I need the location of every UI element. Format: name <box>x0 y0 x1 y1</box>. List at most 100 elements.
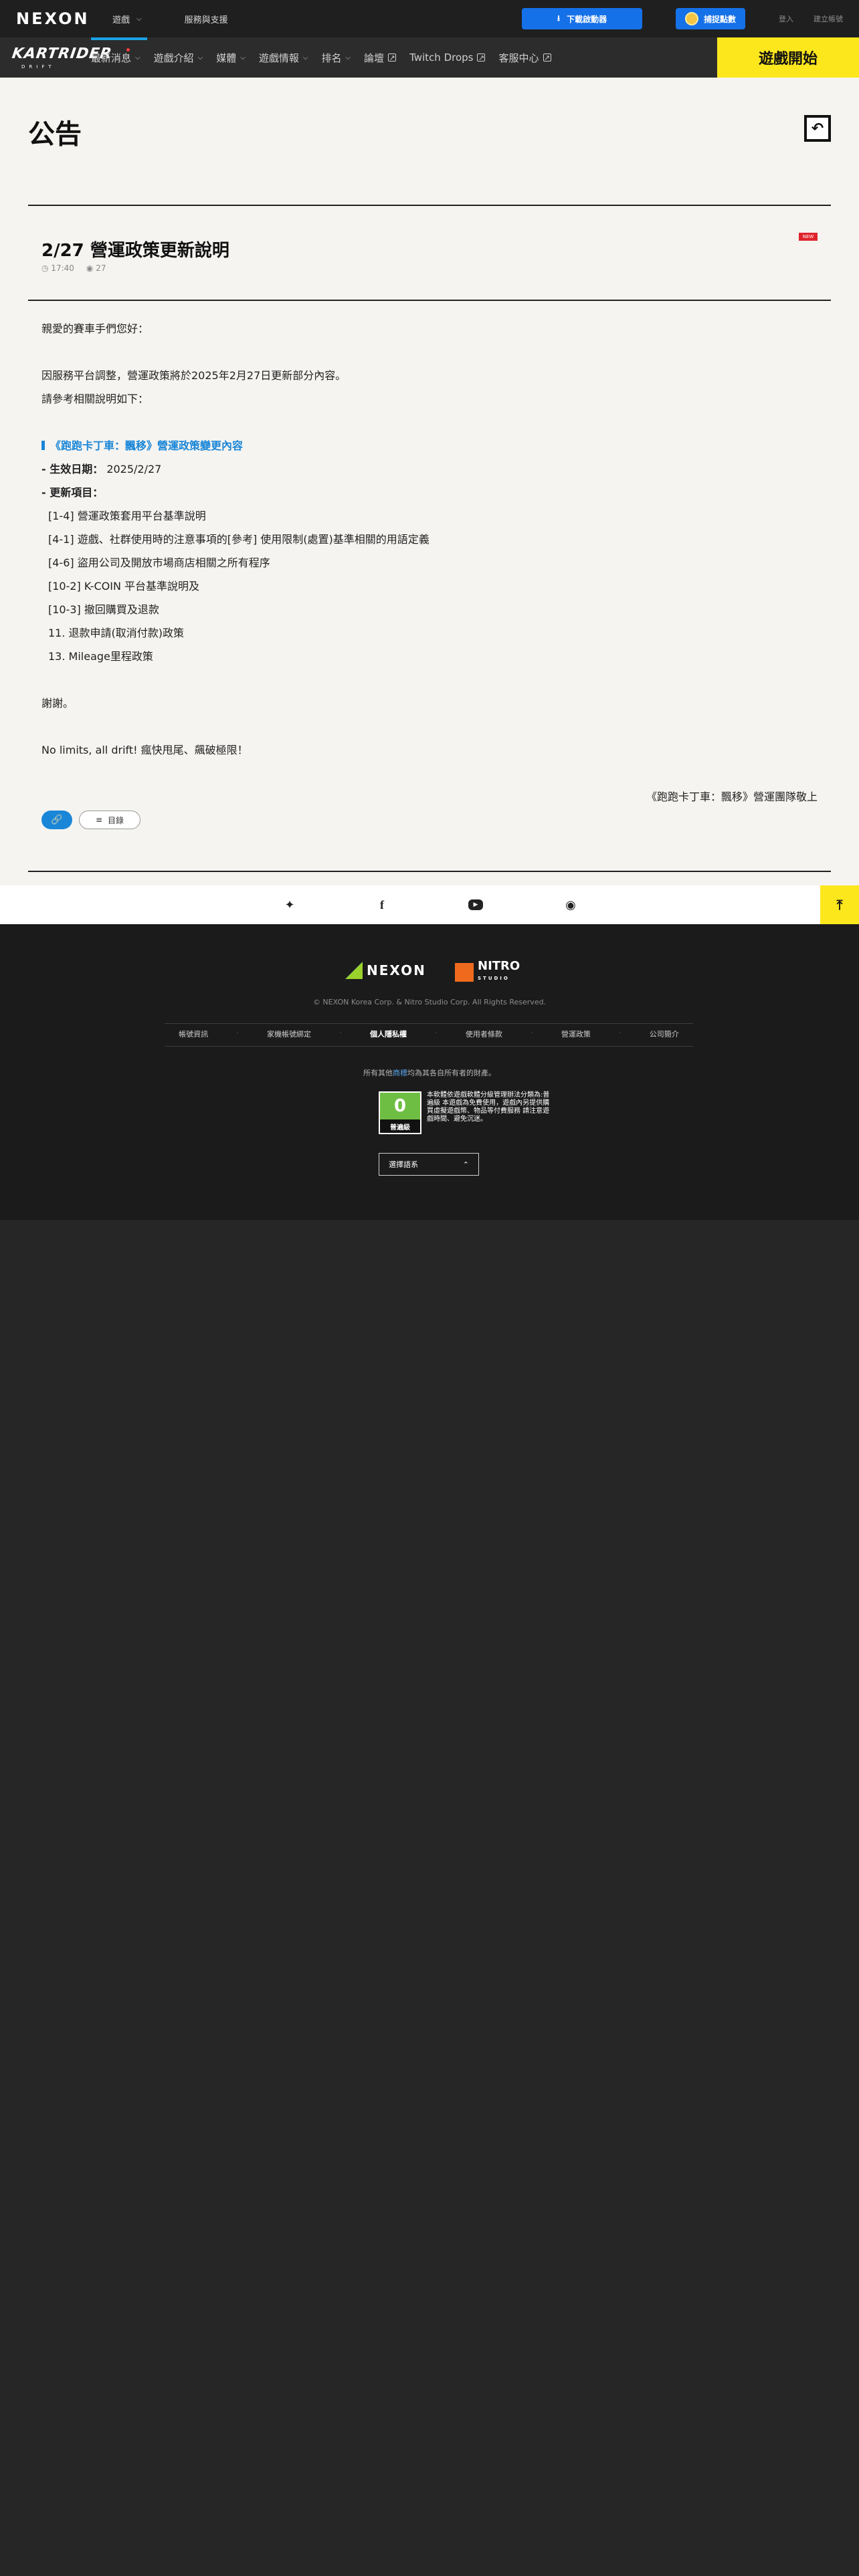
chevron-down-icon: ⌵ <box>197 53 203 62</box>
chevron-up-icon: ⌃ <box>462 1160 469 1169</box>
language-select[interactable]: 選擇語系 ⌃ <box>379 1153 479 1176</box>
game-nav-media-label: 媒體 <box>216 51 237 64</box>
body-signature: 《跑跑卡丁車：飄移》營運團隊敬上 <box>646 790 818 803</box>
game-nav-media[interactable]: 媒體 ⌵ <box>209 51 252 65</box>
body-line: No limits, all drift! 瘋快甩尾、飆破極限！ <box>41 744 248 756</box>
trademark-link[interactable]: 商標 <box>393 1069 407 1077</box>
post-views-value: 27 <box>96 263 106 273</box>
top-nav-games[interactable]: 遊戲 ⌵ <box>91 0 163 37</box>
list-button-label: 目錄 <box>108 815 124 825</box>
footer-link-privacy[interactable]: 個人隱私權 <box>370 1029 407 1039</box>
kartrider-bird-icon[interactable]: ✦ <box>281 896 298 914</box>
effective-date-value: 2025/2/27 <box>106 463 162 475</box>
post-views: ◉ 27 <box>86 263 106 273</box>
body-list-item: [10-3] 撤回購買及退款 <box>48 603 159 616</box>
reward-points-button[interactable]: 捕捉點數 <box>676 8 745 29</box>
new-badge: NEW <box>799 233 818 241</box>
trademark-post: 均為其各自所有者的財產。 <box>407 1069 496 1077</box>
footer-nitro-logo[interactable]: NITRO STUDIO <box>455 960 520 984</box>
coin-icon <box>684 12 698 25</box>
game-nav-bar: KARTRIDER DRIFT 最新消息 ⌵ 遊戲介紹 ⌵ 媒體 ⌵ 遊戲情報 … <box>0 37 859 78</box>
page-title: 公告 <box>28 119 82 150</box>
external-link-icon: ↗ <box>543 53 551 62</box>
rating-badge: 0 普遍級 <box>379 1091 421 1134</box>
body-line <box>41 715 818 738</box>
top-nav: 遊戲 ⌵ 服務與支援 <box>91 0 250 37</box>
chevron-down-icon: ⌵ <box>240 53 246 62</box>
nexon-mark-icon <box>345 962 363 979</box>
game-nav-intro[interactable]: 遊戲介紹 ⌵ <box>147 51 210 65</box>
game-nav-ranking[interactable]: 排名 ⌵ <box>314 51 357 65</box>
body-line <box>41 340 818 364</box>
back-button[interactable]: ↶ <box>804 115 831 142</box>
game-nav-support-label: 客服中心 <box>498 51 539 64</box>
top-nav-games-label: 遊戲 <box>112 15 130 25</box>
copy-link-button[interactable]: 🔗 <box>41 811 72 829</box>
post-time-value: 17:40 <box>51 263 74 273</box>
footer-nitro-text: NITRO STUDIO <box>478 960 520 984</box>
footer-nexon-logo[interactable]: NEXON <box>345 962 426 979</box>
list-button[interactable]: ≡ 目錄 <box>79 811 140 829</box>
body-line: 謝謝。 <box>41 697 74 710</box>
reward-points-label: 捕捉點數 <box>703 14 736 24</box>
body-section-heading: 《跑跑卡丁車：飄移》營運政策變更內容 <box>41 434 818 457</box>
age-rating: 0 普遍級 本軟體依遊戲軟體分級管理辦法分類為:普遍級 本遊戲為免費使用，遊戲內… <box>379 1091 554 1134</box>
youtube-icon[interactable]: ▶ <box>468 899 483 910</box>
top-nav-support[interactable]: 服務與支援 <box>163 0 250 37</box>
game-nav-forum[interactable]: 論壇 ↗ <box>357 51 403 65</box>
rating-mark-icon: 0 <box>380 1093 420 1119</box>
game-nav-news-label: 最新消息 <box>91 51 132 64</box>
footer-link-account[interactable]: 帳號資訊 <box>179 1029 208 1039</box>
body-list-item: [4-1] 遊戲、社群使用時的注意事項的[參考] 使用限制(處置)基準相關的用語… <box>48 533 430 546</box>
nexon-logo[interactable]: NEXON <box>16 9 90 28</box>
footer-separator: · <box>339 1029 342 1037</box>
footer-separator: · <box>435 1029 438 1037</box>
scroll-top-button[interactable]: ⤒ <box>820 885 859 924</box>
game-nav-ranking-label: 排名 <box>321 51 342 64</box>
game-nav-twitch-label: Twitch Drops <box>409 51 474 64</box>
link-icon: 🔗 <box>51 815 63 825</box>
trademark-pre: 所有其他 <box>363 1069 393 1077</box>
footer-link-policy[interactable]: 營運政策 <box>561 1029 591 1039</box>
copyright: © NEXON Korea Corp. & Nitro Studio Corp.… <box>312 998 547 1006</box>
footer: NEXON NITRO STUDIO © NEXON Korea Corp. &… <box>0 924 859 1220</box>
notice-content: 公告 ↶ 2/27 營運政策更新說明 NEW ◷ 17:40 ◉ 27 親愛的賽… <box>0 78 859 885</box>
discord-icon[interactable]: ◉ <box>562 896 579 914</box>
body-list-item: 11. 退款申請(取消付款)政策 <box>48 627 185 639</box>
facebook-icon[interactable]: f <box>373 896 391 914</box>
post-time: ◷ 17:40 <box>41 263 74 273</box>
footer-link-company[interactable]: 公司簡介 <box>650 1029 679 1039</box>
signup-link[interactable]: 建立帳號 <box>814 13 843 24</box>
footer-nitro-sub: STUDIO <box>478 976 510 981</box>
footer-separator: · <box>236 1029 239 1037</box>
divider <box>28 871 831 872</box>
game-nav-news[interactable]: 最新消息 ⌵ <box>91 47 147 65</box>
eye-icon: ◉ <box>86 263 94 273</box>
divider <box>28 205 831 206</box>
footer-link-terms[interactable]: 使用者條款 <box>466 1029 502 1039</box>
footer-separator: · <box>619 1029 622 1037</box>
game-nav-intro-label: 遊戲介紹 <box>153 51 194 64</box>
game-nav-support[interactable]: 客服中心 ↗ <box>492 51 557 65</box>
body-list-item: [4-6] 盜用公司及開放市場商店相關之所有程序 <box>48 556 270 569</box>
login-link[interactable]: 登入 <box>779 13 793 24</box>
footer-link-console[interactable]: 家機帳號綁定 <box>267 1029 311 1039</box>
body-line: 親愛的賽車手們您好： <box>41 322 149 335</box>
body-line <box>41 762 818 785</box>
game-start-button[interactable]: 遊戲開始 <box>717 37 859 78</box>
trademark-notice: 所有其他商標均為其各自所有者的財產。 <box>0 1067 859 1078</box>
footer-separator: · <box>531 1029 533 1037</box>
rating-text: 本軟體依遊戲軟體分級管理辦法分類為:普遍級 本遊戲為免費使用，遊戲內另提供購買虛… <box>427 1091 550 1123</box>
game-nav-info[interactable]: 遊戲情報 ⌵ <box>252 51 315 65</box>
game-nav-twitch[interactable]: Twitch Drops ↗ <box>403 51 492 64</box>
footer-nitro-name: NITRO <box>478 959 520 973</box>
chevron-down-icon: ⌵ <box>302 53 308 62</box>
social-bar: ✦ f ▶ ◉ ⤒ <box>0 885 859 924</box>
footer-divider <box>165 1046 693 1047</box>
body-line: 因服務平台調整，營運政策將於2025年2月27日更新部分內容。 <box>41 369 347 382</box>
footer-links: 帳號資訊 · 家機帳號綁定 · 個人隱私權 · 使用者條款 · 營運政策 · 公… <box>165 1029 693 1039</box>
download-launcher-button[interactable]: ⭳ 下載啟動器 <box>522 8 642 29</box>
body-line <box>41 411 818 434</box>
post-title: 2/27 營運政策更新說明 <box>41 241 229 261</box>
body-list-item: [10-2] K-COIN 平台基準說明及 <box>48 580 200 593</box>
